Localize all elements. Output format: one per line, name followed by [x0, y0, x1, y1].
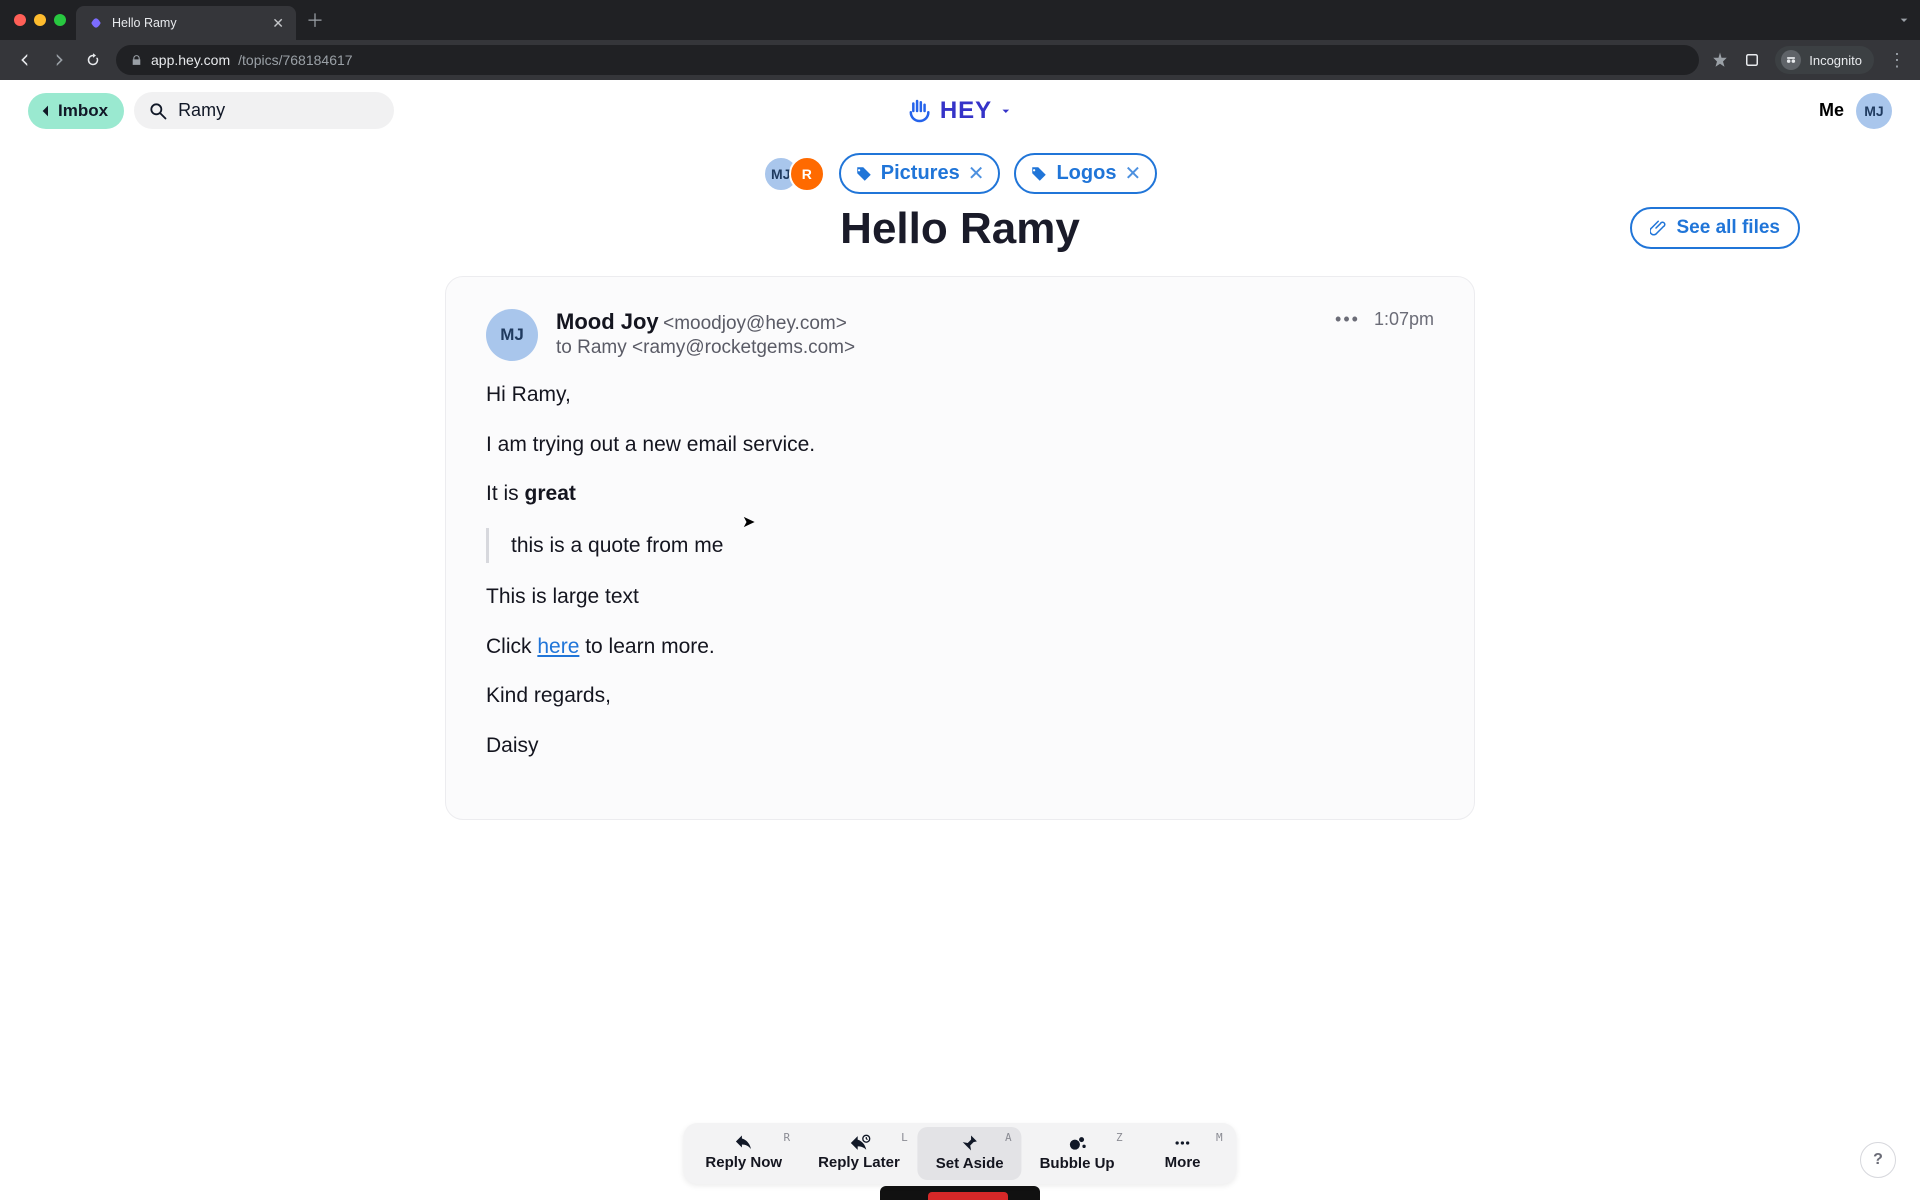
action-label: Bubble Up: [1040, 1155, 1115, 1172]
action-bar: R Reply Now L Reply Later A Set Aside Z: [683, 1123, 1236, 1184]
hey-menu-button[interactable]: HEY: [906, 96, 1014, 126]
attachment-preview[interactable]: [880, 1186, 1040, 1200]
tabs-menu-icon[interactable]: [1896, 12, 1912, 28]
tag-chip-logos[interactable]: Logos ✕: [1014, 153, 1157, 194]
search-value: Ramy: [178, 100, 225, 121]
incognito-badge[interactable]: Incognito: [1775, 46, 1874, 74]
reload-button[interactable]: [82, 49, 104, 71]
url-path: /topics/768184617: [238, 52, 352, 68]
me-avatar[interactable]: MJ: [1856, 93, 1892, 129]
action-key: R: [783, 1131, 790, 1144]
incognito-label: Incognito: [1809, 53, 1862, 68]
sender-avatar[interactable]: MJ: [486, 309, 538, 361]
see-all-files-button[interactable]: See all files: [1630, 207, 1800, 249]
tab-strip: Hello Ramy ✕ ＋: [0, 0, 1920, 40]
more-icon: [1172, 1134, 1194, 1152]
imbox-back-button[interactable]: Imbox: [28, 93, 124, 129]
body-closing: Kind regards,: [486, 680, 1434, 712]
browser-chrome: Hello Ramy ✕ ＋ app.hey.com/topics/768184…: [0, 0, 1920, 80]
thread-header: MJ R Pictures ✕ Logos ✕ Hello Ramy: [0, 137, 1920, 262]
url-host: app.hey.com: [151, 52, 230, 68]
participant-avatar: R: [789, 156, 825, 192]
app-header: Imbox Ramy HEY Me MJ: [0, 80, 1920, 137]
remove-tag-icon[interactable]: ✕: [968, 161, 985, 186]
action-label: Reply Now: [705, 1154, 782, 1171]
action-label: Reply Later: [818, 1154, 900, 1171]
close-tab-icon[interactable]: ✕: [272, 15, 284, 32]
hey-hand-icon: [906, 96, 936, 126]
pin-icon: [960, 1133, 980, 1153]
app-viewport: Imbox Ramy HEY Me MJ: [0, 80, 1920, 1200]
maximize-window-button[interactable]: [54, 14, 66, 26]
action-reply-now[interactable]: R Reply Now: [687, 1127, 800, 1180]
chevron-left-icon: [38, 103, 54, 119]
minimize-window-button[interactable]: [34, 14, 46, 26]
from-email: <moodjoy@hey.com>: [663, 313, 847, 334]
browser-toolbar: app.hey.com/topics/768184617 Incognito ⋮: [0, 40, 1920, 80]
action-more[interactable]: M More: [1133, 1127, 1233, 1180]
tag-label: Pictures: [881, 162, 960, 185]
to-line: to Ramy <ramy@rocketgems.com>: [556, 337, 855, 359]
imbox-label: Imbox: [58, 101, 108, 121]
action-key: Z: [1116, 1131, 1123, 1144]
message-menu-icon[interactable]: •••: [1335, 309, 1360, 330]
see-all-files-label: See all files: [1676, 217, 1780, 239]
address-bar[interactable]: app.hey.com/topics/768184617: [116, 45, 1699, 75]
bookmark-icon[interactable]: [1711, 51, 1729, 69]
me-link[interactable]: Me: [1819, 100, 1844, 121]
body-link[interactable]: here: [537, 635, 579, 658]
action-key: A: [1005, 1131, 1012, 1144]
tag-chip-pictures[interactable]: Pictures ✕: [839, 153, 1001, 194]
browser-tab[interactable]: Hello Ramy ✕: [76, 6, 296, 40]
search-input[interactable]: Ramy: [134, 92, 394, 129]
body-signature: Daisy: [486, 730, 1434, 762]
body-p4: Click here to learn more.: [486, 631, 1434, 663]
body-quote: this is a quote from me: [486, 528, 1434, 564]
close-window-button[interactable]: [14, 14, 26, 26]
tag-label: Logos: [1056, 162, 1116, 185]
chevron-down-icon: [998, 103, 1014, 119]
action-key: M: [1216, 1131, 1223, 1144]
remove-tag-icon[interactable]: ✕: [1124, 161, 1141, 186]
search-icon: [148, 101, 168, 121]
paperclip-icon: [1650, 219, 1668, 237]
favicon-icon: [88, 15, 104, 31]
participant-avatars[interactable]: MJ R: [763, 156, 825, 192]
help-button[interactable]: ?: [1860, 1142, 1896, 1178]
incognito-icon: [1781, 50, 1801, 70]
body-p3: This is large text: [486, 581, 1434, 613]
body-p2: It is great: [486, 478, 1434, 510]
extensions-icon[interactable]: [1743, 51, 1761, 69]
new-tab-button[interactable]: ＋: [296, 7, 334, 33]
from-name: Mood Joy: [556, 309, 659, 334]
message-card: MJ Mood Joy <moodjoy@hey.com> to Ramy <r…: [445, 276, 1475, 820]
action-set-aside[interactable]: A Set Aside: [918, 1127, 1022, 1180]
action-label: More: [1165, 1154, 1201, 1171]
action-bubble-up[interactable]: Z Bubble Up: [1022, 1127, 1133, 1180]
tag-icon: [855, 165, 873, 183]
forward-button[interactable]: [48, 49, 70, 71]
browser-menu-icon[interactable]: ⋮: [1888, 50, 1906, 71]
reply-icon: [733, 1134, 755, 1152]
message-body: Hi Ramy, I am trying out a new email ser…: [486, 379, 1434, 761]
body-greeting: Hi Ramy,: [486, 379, 1434, 411]
body-p1: I am trying out a new email service.: [486, 429, 1434, 461]
action-label: Set Aside: [936, 1155, 1004, 1172]
hey-logo-text: HEY: [940, 97, 992, 125]
back-button[interactable]: [14, 49, 36, 71]
action-key: L: [901, 1131, 908, 1144]
tag-icon: [1030, 165, 1048, 183]
reply-later-icon: [847, 1134, 871, 1152]
action-reply-later[interactable]: L Reply Later: [800, 1127, 918, 1180]
window-controls: [8, 14, 76, 26]
lock-icon: [130, 54, 143, 67]
tab-title: Hello Ramy: [112, 16, 264, 30]
message-time: 1:07pm: [1374, 309, 1434, 330]
bubble-up-icon: [1066, 1133, 1088, 1153]
